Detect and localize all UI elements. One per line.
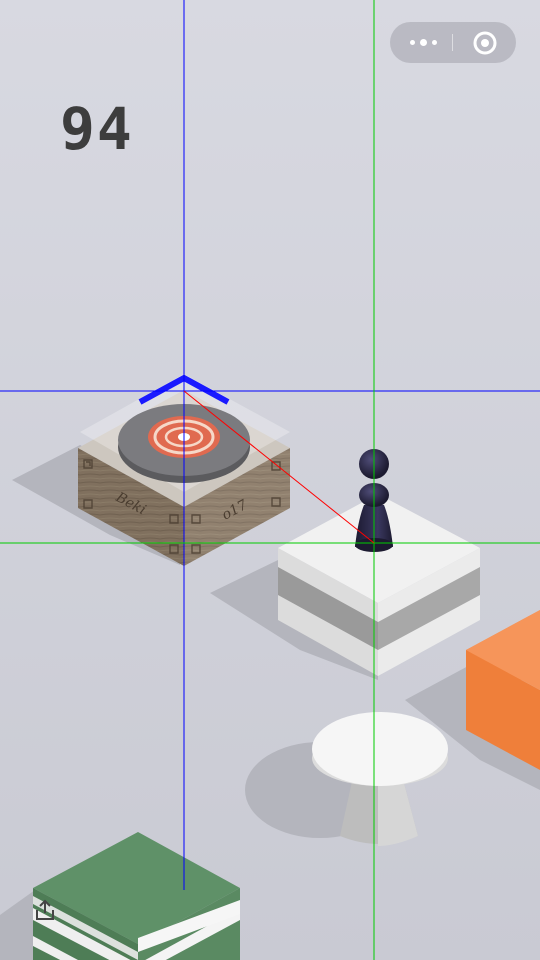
more-dots-icon[interactable] [408,32,442,52]
miniprogram-capsule [390,22,516,63]
target-close-icon[interactable] [472,30,498,56]
score-display: 94 [60,95,134,163]
green-striped-cube-platform[interactable] [33,832,240,960]
capsule-divider [452,34,453,51]
share-icon[interactable] [33,898,57,922]
